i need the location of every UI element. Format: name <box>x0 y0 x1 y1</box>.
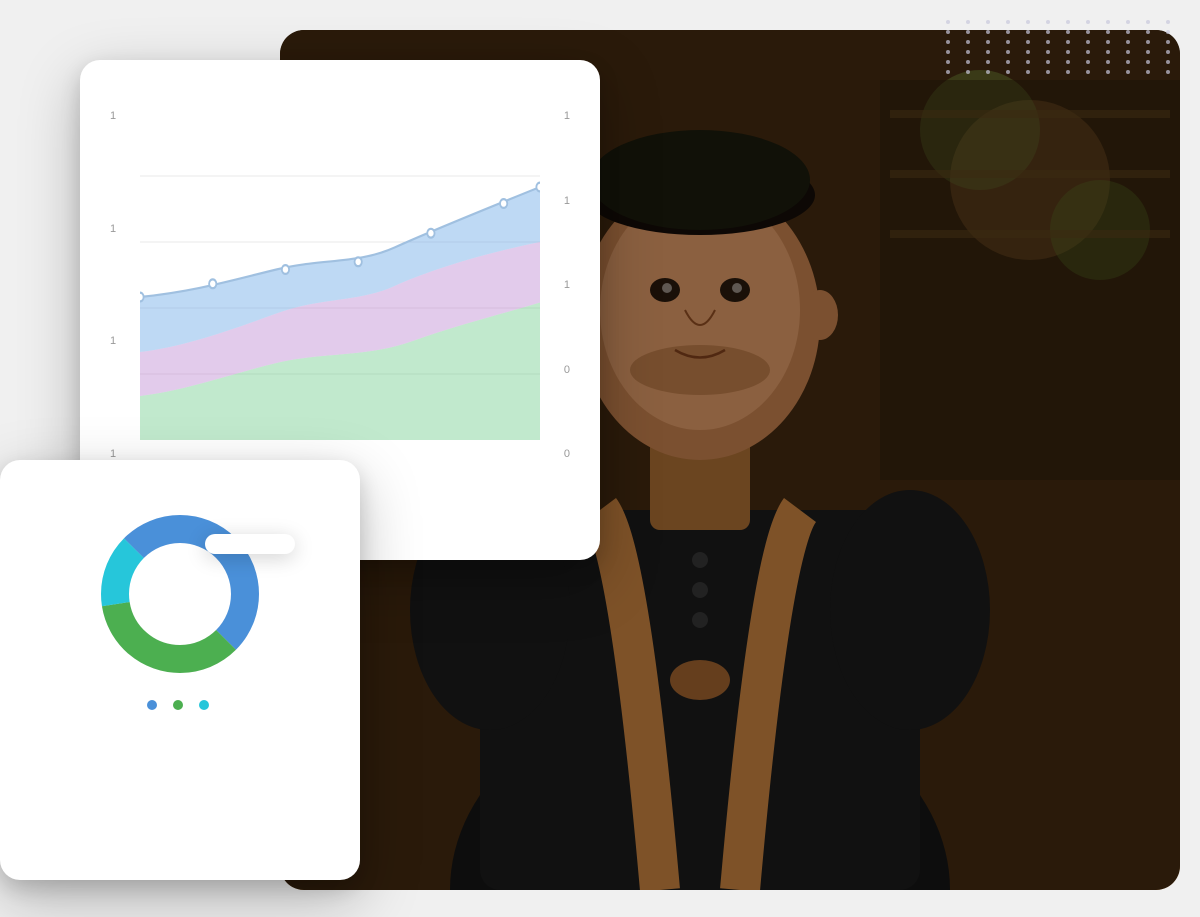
chart-svg-area <box>140 110 540 440</box>
y-axis-right: 1 1 1 0 0 <box>560 110 570 460</box>
y-label: 1 <box>564 110 570 122</box>
donut-legend <box>28 700 332 710</box>
line-chart-svg <box>140 110 540 440</box>
y-label: 0 <box>564 364 570 376</box>
legend-color-content <box>173 700 183 710</box>
y-label: 1 <box>564 195 570 207</box>
legend-color-other <box>199 700 209 710</box>
ads-tooltip <box>205 534 295 554</box>
legend-color-ads <box>147 700 157 710</box>
y-axis-left: 1 1 1 1 <box>110 110 124 460</box>
y-label: 1 <box>110 448 116 460</box>
total-leads-card <box>0 460 360 880</box>
legend-item-ads <box>147 700 161 710</box>
y-label: 1 <box>110 110 116 122</box>
y-label: 1 <box>110 223 116 235</box>
legend-item-other <box>199 700 213 710</box>
dot-pattern: const dotPattern = document.querySelecto… <box>946 20 1180 74</box>
donut-chart-svg <box>90 504 270 684</box>
scene: const dotPattern = document.querySelecto… <box>0 0 1200 917</box>
y-label: 1 <box>110 335 116 347</box>
chart-area: 1 1 1 1 1 1 1 0 0 <box>110 110 570 460</box>
y-label: 0 <box>564 448 570 460</box>
donut-chart-container <box>90 504 270 684</box>
legend-item-content <box>173 700 187 710</box>
y-label: 1 <box>564 279 570 291</box>
